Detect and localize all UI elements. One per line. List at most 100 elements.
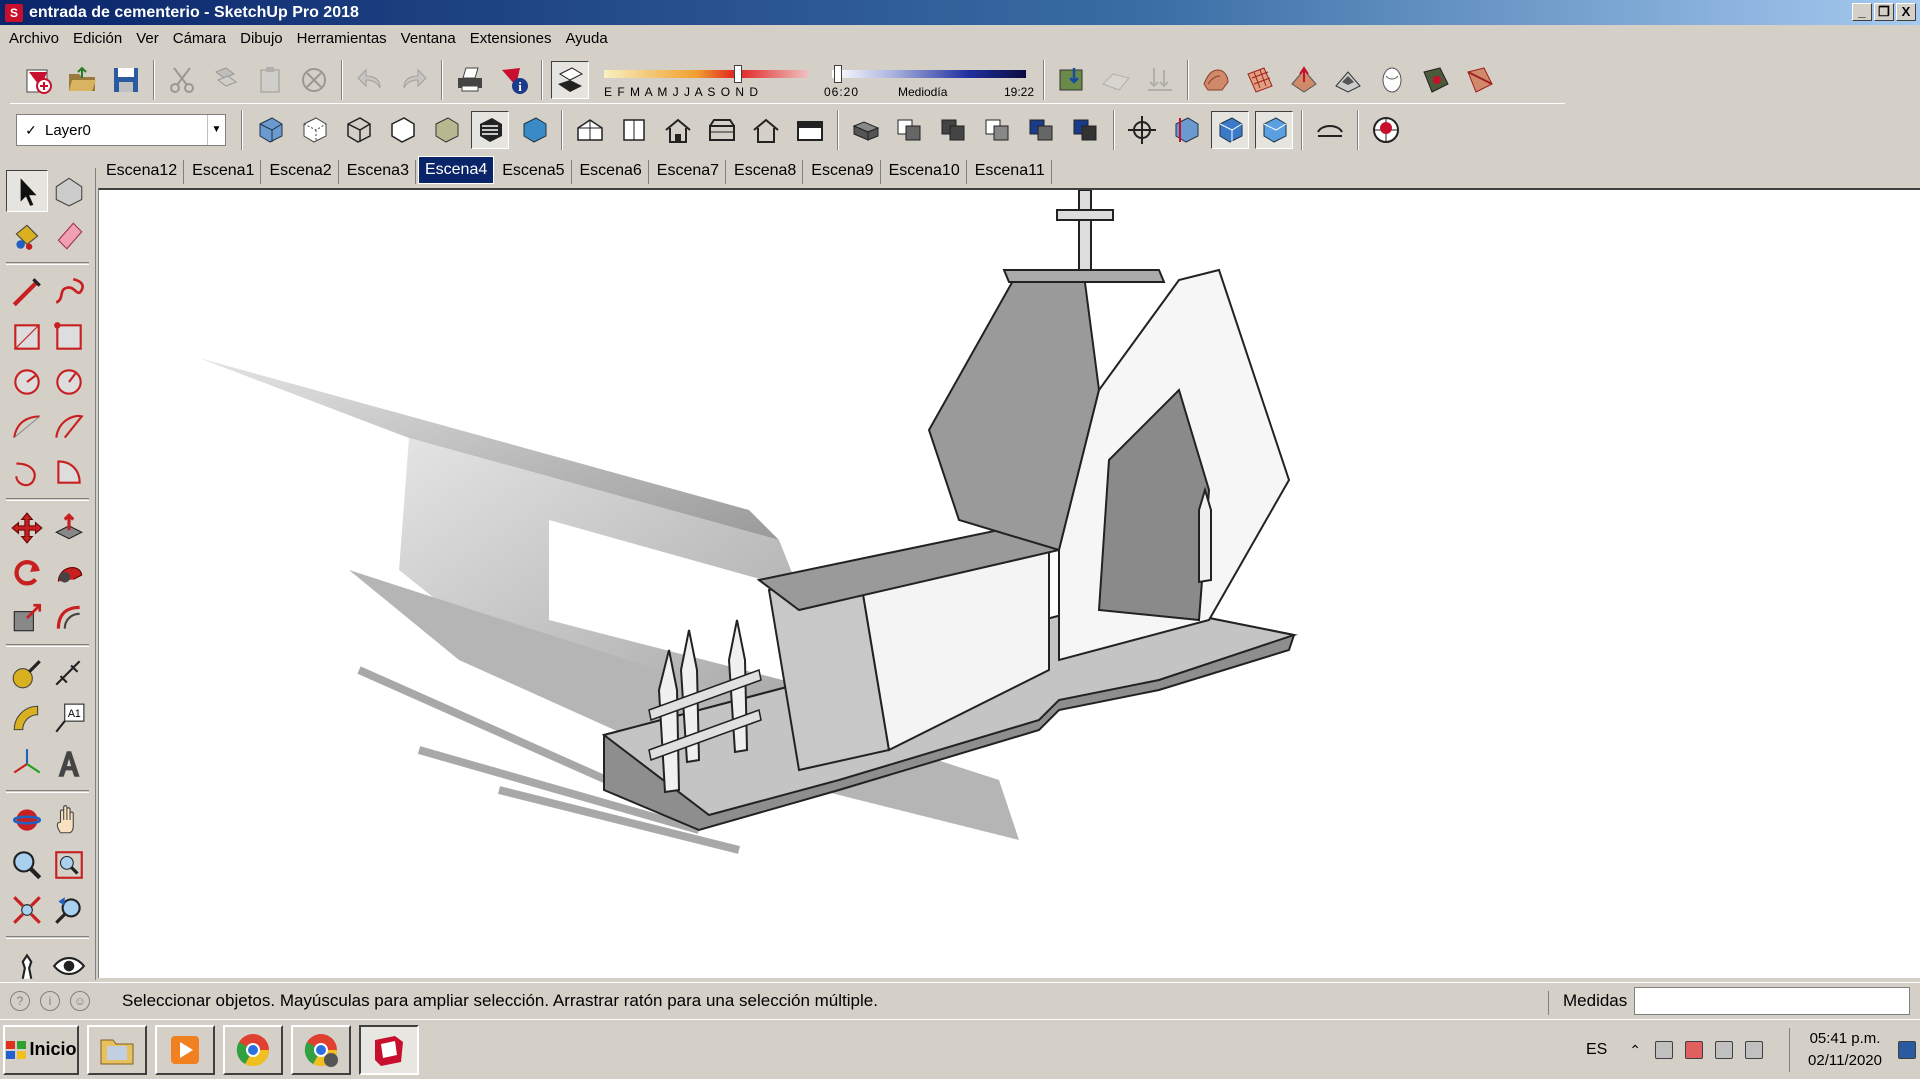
toggle-terrain-icon[interactable] bbox=[1097, 61, 1135, 99]
redo-icon[interactable] bbox=[395, 61, 433, 99]
tab-escena8[interactable]: Escena8 bbox=[728, 160, 804, 184]
rotated-rectangle-icon[interactable] bbox=[48, 316, 90, 358]
add-detail-icon[interactable] bbox=[1417, 61, 1455, 99]
close-button[interactable]: X bbox=[1896, 3, 1916, 21]
monochrome-style-icon[interactable] bbox=[515, 111, 553, 149]
tab-escena9[interactable]: Escena9 bbox=[805, 160, 881, 184]
tab-escena4[interactable]: Escena4 bbox=[417, 156, 495, 184]
make-component-icon[interactable] bbox=[48, 170, 90, 212]
minimize-button[interactable]: _ bbox=[1852, 3, 1872, 21]
cemetery-gate-model[interactable] bbox=[99, 190, 1920, 978]
tab-escena7[interactable]: Escena7 bbox=[651, 160, 727, 184]
circle-tool-icon[interactable] bbox=[6, 361, 48, 403]
menu-extensiones[interactable]: Extensiones bbox=[463, 30, 559, 47]
look-around-icon[interactable] bbox=[48, 945, 90, 987]
zoom-window-icon[interactable] bbox=[48, 844, 90, 886]
copy-icon[interactable] bbox=[207, 61, 245, 99]
shadow-time-slider[interactable]: 06:20 Mediodía 19:22 bbox=[824, 60, 1034, 100]
restore-button[interactable]: ❐ bbox=[1874, 3, 1894, 21]
back-edges-style-icon[interactable] bbox=[295, 111, 333, 149]
3d-text-icon[interactable] bbox=[48, 743, 90, 785]
geo-location-icon[interactable] bbox=[1367, 111, 1405, 149]
menu-ver[interactable]: Ver bbox=[129, 30, 166, 47]
menu-ventana[interactable]: Ventana bbox=[394, 30, 463, 47]
tab-escena6[interactable]: Escena6 bbox=[574, 160, 649, 184]
save-icon[interactable] bbox=[107, 61, 145, 99]
move-tool-icon[interactable] bbox=[6, 507, 48, 549]
show-desktop-icon[interactable] bbox=[1898, 1041, 1916, 1059]
model-info-icon[interactable]: i bbox=[495, 61, 533, 99]
protractor-icon[interactable] bbox=[6, 698, 48, 740]
rotate-tool-icon[interactable] bbox=[6, 552, 48, 594]
top-view-icon[interactable] bbox=[615, 111, 653, 149]
menu-dibujo[interactable]: Dibujo bbox=[233, 30, 290, 47]
tape-measure-icon[interactable] bbox=[6, 653, 48, 695]
menu-archivo[interactable]: Archivo bbox=[2, 30, 66, 47]
drape-icon[interactable] bbox=[1373, 61, 1411, 99]
shaded-textures-style-icon[interactable] bbox=[471, 111, 509, 149]
smoove-icon[interactable] bbox=[1285, 61, 1323, 99]
scale-tool-icon[interactable] bbox=[6, 597, 48, 639]
new-file-icon[interactable] bbox=[19, 61, 57, 99]
pan-tool-icon[interactable] bbox=[48, 799, 90, 841]
taskbar-explorer[interactable] bbox=[87, 1024, 147, 1075]
tab-escena10[interactable]: Escena10 bbox=[883, 160, 967, 184]
measurements-input[interactable] bbox=[1634, 987, 1910, 1015]
display-section-fill-icon[interactable] bbox=[1255, 111, 1293, 149]
taskbar-media-player[interactable] bbox=[155, 1024, 215, 1075]
flip-edge-icon[interactable] bbox=[1461, 61, 1499, 99]
split-icon[interactable] bbox=[1067, 111, 1105, 149]
tab-escena2[interactable]: Escena2 bbox=[263, 160, 339, 184]
taskbar-sketchup[interactable] bbox=[359, 1024, 419, 1075]
section-plane-icon[interactable] bbox=[1123, 111, 1161, 149]
security-alert-icon[interactable] bbox=[1685, 1041, 1704, 1059]
arc-tool-icon[interactable] bbox=[6, 406, 48, 448]
shadows-toggle-icon[interactable] bbox=[551, 60, 589, 99]
open-folder-icon[interactable] bbox=[63, 61, 101, 99]
menu-camara[interactable]: Cámara bbox=[166, 30, 233, 47]
paste-icon[interactable] bbox=[251, 61, 289, 99]
previous-view-icon[interactable] bbox=[48, 889, 90, 931]
display-section-planes-icon[interactable] bbox=[1167, 111, 1205, 149]
cut-icon[interactable] bbox=[163, 61, 201, 99]
subtract-icon[interactable] bbox=[979, 111, 1017, 149]
user-account-icon[interactable]: ☺ bbox=[70, 990, 90, 1011]
shaded-style-icon[interactable] bbox=[427, 111, 465, 149]
usb-icon[interactable] bbox=[1655, 1041, 1674, 1059]
tab-escena3[interactable]: Escena3 bbox=[341, 160, 416, 184]
erase-selection-icon[interactable] bbox=[295, 61, 333, 99]
stamp-icon[interactable] bbox=[1329, 61, 1367, 99]
network-icon[interactable] bbox=[1715, 1041, 1734, 1059]
polygon-tool-icon[interactable] bbox=[48, 361, 90, 403]
print-icon[interactable] bbox=[451, 61, 489, 99]
start-button[interactable]: Inicio bbox=[3, 1024, 79, 1075]
menu-ayuda[interactable]: Ayuda bbox=[558, 30, 614, 47]
sandbox-from-scratch-icon[interactable] bbox=[1241, 61, 1279, 99]
drawing-viewport[interactable] bbox=[98, 188, 1920, 978]
sketchup-app-icon[interactable]: S bbox=[5, 3, 23, 22]
geo-location-status-icon[interactable]: ? bbox=[10, 990, 30, 1011]
language-indicator[interactable]: ES bbox=[1586, 1041, 1607, 1059]
hidden-line-style-icon[interactable] bbox=[383, 111, 421, 149]
shadow-month-slider[interactable]: E F M A M J J A S O N D bbox=[596, 60, 816, 100]
wireframe-style-icon[interactable] bbox=[339, 111, 377, 149]
chevron-up-icon[interactable]: ⌃ bbox=[1629, 1042, 1641, 1059]
select-tool-icon[interactable] bbox=[6, 169, 48, 212]
left-view-icon[interactable] bbox=[791, 111, 829, 149]
xray-style-icon[interactable] bbox=[251, 111, 289, 149]
trim-icon[interactable] bbox=[1023, 111, 1061, 149]
credits-icon[interactable]: i bbox=[40, 990, 60, 1011]
paint-bucket-icon[interactable] bbox=[6, 215, 48, 257]
undo-icon[interactable] bbox=[351, 61, 389, 99]
rectangle-tool-icon[interactable] bbox=[6, 316, 48, 358]
text-tool-icon[interactable]: A1 bbox=[48, 698, 90, 740]
menu-edicion[interactable]: Edición bbox=[66, 30, 129, 47]
orbit-tool-icon[interactable] bbox=[6, 799, 48, 841]
chevron-down-icon[interactable]: ▼ bbox=[207, 115, 225, 145]
add-location-icon[interactable] bbox=[1053, 61, 1091, 99]
iso-view-icon[interactable] bbox=[571, 111, 609, 149]
tab-escena5[interactable]: Escena5 bbox=[496, 160, 572, 184]
tab-escena1[interactable]: Escena1 bbox=[186, 160, 262, 184]
right-view-icon[interactable] bbox=[703, 111, 741, 149]
back-view-icon[interactable] bbox=[747, 111, 785, 149]
